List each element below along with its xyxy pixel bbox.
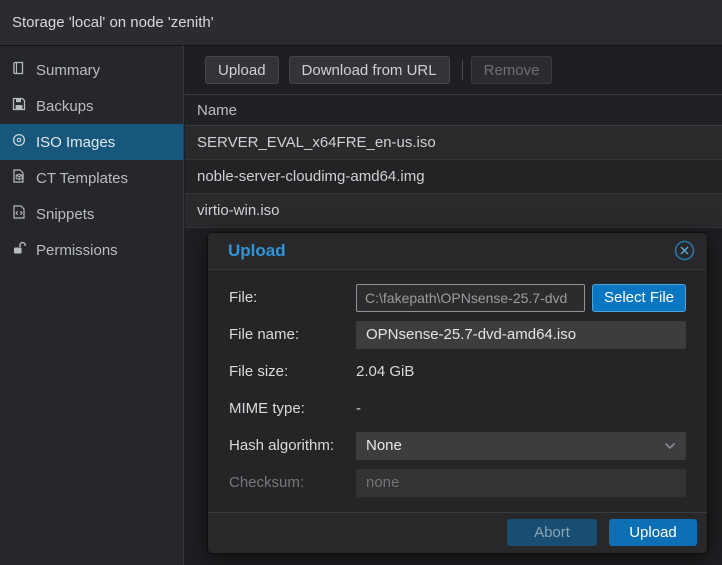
abort-button[interactable]: Abort: [507, 519, 597, 546]
sidebar-item-summary[interactable]: Summary: [0, 52, 183, 88]
hash-algorithm-label: Hash algorithm:: [229, 437, 356, 454]
sidebar-item-ct-templates[interactable]: CT Templates: [0, 160, 183, 196]
remove-button: Remove: [471, 56, 553, 84]
table-row[interactable]: virtio-win.iso: [185, 194, 722, 228]
checksum-row: Checksum:: [229, 469, 686, 497]
upload-submit-button[interactable]: Upload: [609, 519, 697, 546]
file-name-row: File name:: [229, 321, 686, 349]
file-path-input[interactable]: [356, 284, 585, 312]
table-header-name[interactable]: Name: [185, 94, 722, 126]
content-table: Name SERVER_EVAL_x64FRE_en-us.iso noble-…: [185, 94, 722, 228]
cd-icon: [12, 133, 26, 151]
upload-dialog-body: File: Select File File name: File size: …: [209, 269, 706, 512]
sidebar-item-backups[interactable]: Backups: [0, 88, 183, 124]
sidebar-item-label: ISO Images: [36, 134, 115, 151]
page-title: Storage 'local' on node 'zenith': [12, 14, 214, 31]
sidebar-item-label: Backups: [36, 98, 94, 115]
file-code-icon: [12, 205, 26, 223]
upload-button[interactable]: Upload: [205, 56, 279, 84]
file-size-value: 2.04 GiB: [356, 363, 414, 380]
mime-type-value: -: [356, 400, 361, 417]
select-file-button[interactable]: Select File: [592, 284, 686, 312]
table-row[interactable]: SERVER_EVAL_x64FRE_en-us.iso: [185, 126, 722, 160]
sidebar-item-label: Summary: [36, 62, 100, 79]
file-size-label: File size:: [229, 363, 356, 380]
upload-dialog-footer: Abort Upload: [208, 512, 707, 553]
window-titlebar: Storage 'local' on node 'zenith': [0, 0, 722, 46]
file-row: File: Select File: [229, 284, 686, 312]
upload-dialog-header: Upload: [208, 233, 707, 269]
content-toolbar: Upload Download from URL Remove: [185, 46, 722, 94]
hash-algorithm-value: None: [366, 437, 402, 454]
checksum-label: Checksum:: [229, 474, 356, 491]
file-name-label: File name:: [229, 326, 356, 343]
mime-type-label: MIME type:: [229, 400, 356, 417]
table-row[interactable]: noble-server-cloudimg-amd64.img: [185, 160, 722, 194]
close-icon[interactable]: [673, 240, 695, 262]
file-cube-icon: [12, 169, 26, 187]
file-size-row: File size: 2.04 GiB: [229, 358, 686, 386]
checksum-input: [356, 469, 686, 497]
unlock-icon: [12, 241, 26, 259]
hash-algorithm-select[interactable]: None: [356, 432, 686, 460]
sidebar-item-label: CT Templates: [36, 170, 128, 187]
sidebar-item-iso-images[interactable]: ISO Images: [0, 124, 183, 160]
file-label: File:: [229, 289, 356, 306]
mime-type-row: MIME type: -: [229, 395, 686, 423]
sidebar-item-label: Snippets: [36, 206, 94, 223]
hash-algorithm-row: Hash algorithm: None: [229, 432, 686, 460]
book-icon: [12, 61, 26, 79]
dialog-title: Upload: [228, 241, 286, 261]
download-from-url-button[interactable]: Download from URL: [289, 56, 450, 84]
storage-content-window: Storage 'local' on node 'zenith' Summary…: [0, 0, 722, 565]
toolbar-separator: [462, 60, 463, 80]
sidebar-item-permissions[interactable]: Permissions: [0, 232, 183, 268]
sidebar: Summary Backups ISO Images CT Templates …: [0, 46, 184, 565]
file-name-input[interactable]: [356, 321, 686, 349]
sidebar-item-label: Permissions: [36, 242, 118, 259]
upload-dialog: Upload File: Select File File name: File…: [208, 233, 707, 553]
sidebar-item-snippets[interactable]: Snippets: [0, 196, 183, 232]
chevron-down-icon: [664, 437, 676, 454]
floppy-icon: [12, 97, 26, 115]
